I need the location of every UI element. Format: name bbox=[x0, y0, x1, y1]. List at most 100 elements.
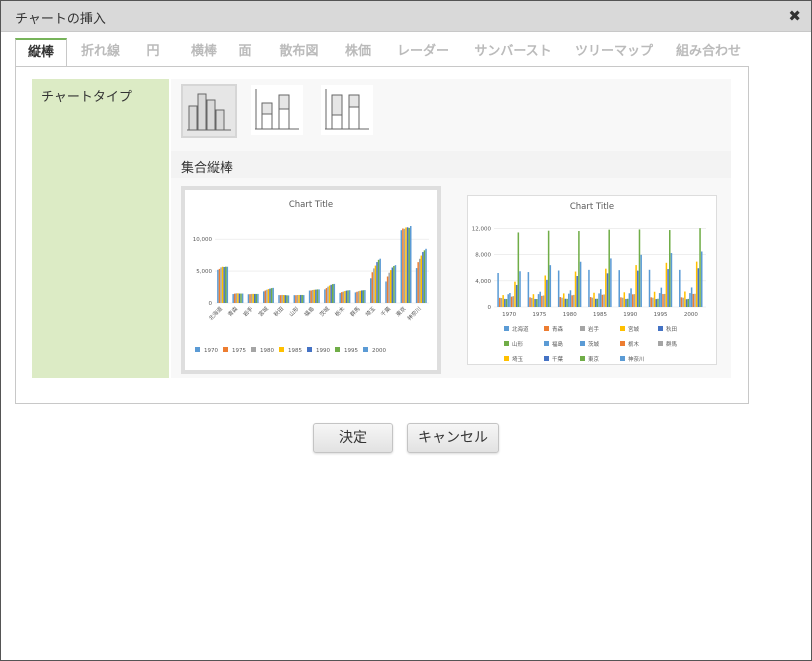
tab-8[interactable]: サンバースト bbox=[474, 38, 552, 66]
bar bbox=[400, 230, 403, 303]
tab-10[interactable]: 組み合わせ bbox=[676, 38, 741, 66]
bar bbox=[600, 289, 602, 307]
y-tick-label: 10,000 bbox=[193, 237, 213, 243]
bar bbox=[690, 287, 693, 307]
cancel-button[interactable]: キャンセル bbox=[407, 423, 499, 453]
bar bbox=[530, 297, 533, 307]
chart-title: Chart Title bbox=[289, 200, 333, 210]
y-tick-label: 8,000 bbox=[475, 253, 491, 259]
legend-label: 1975 bbox=[232, 348, 246, 354]
tab-4[interactable]: 面 bbox=[237, 38, 253, 66]
x-tick-label: 1980 bbox=[563, 312, 577, 318]
bar bbox=[282, 295, 285, 303]
tab-3[interactable]: 横棒 bbox=[185, 38, 223, 66]
close-icon[interactable]: ✖ bbox=[788, 7, 801, 25]
bar bbox=[415, 268, 418, 303]
bar bbox=[361, 290, 363, 303]
bar bbox=[425, 248, 427, 303]
subtype-title: 集合縦棒 bbox=[181, 161, 234, 176]
bar bbox=[601, 294, 604, 307]
bar bbox=[653, 291, 656, 307]
x-tick-label: 東京 bbox=[394, 304, 408, 318]
bar bbox=[598, 293, 600, 307]
x-tick-label: 千葉 bbox=[379, 304, 393, 318]
bar bbox=[655, 299, 658, 307]
bar bbox=[249, 294, 251, 303]
bar bbox=[345, 290, 348, 303]
bar bbox=[670, 253, 673, 307]
legend-swatch bbox=[580, 326, 585, 331]
subtype-icon-row bbox=[171, 79, 731, 148]
bar bbox=[596, 298, 599, 307]
tab-9[interactable]: ツリーマップ bbox=[575, 38, 653, 66]
percent-stacked-column-subtype-button[interactable] bbox=[321, 85, 373, 135]
tab-0[interactable]: 縦棒 bbox=[15, 38, 67, 68]
dialog-titlebar[interactable]: チャートの挿入 ✖ bbox=[1, 1, 811, 32]
legend-label: 東京 bbox=[588, 355, 600, 363]
legend-swatch bbox=[307, 347, 312, 352]
bar bbox=[630, 288, 632, 307]
x-tick-label: 埼玉 bbox=[363, 304, 377, 318]
tab-5[interactable]: 散布図 bbox=[279, 38, 319, 66]
x-tick-label: 北海道 bbox=[207, 304, 225, 322]
bar bbox=[660, 287, 663, 307]
x-tick-label: 1975 bbox=[532, 312, 546, 318]
tab-7[interactable]: レーダー bbox=[397, 38, 449, 66]
bar bbox=[544, 275, 547, 307]
bar bbox=[267, 289, 270, 303]
legend-swatch bbox=[580, 356, 585, 361]
legend-swatch bbox=[658, 326, 663, 331]
bar bbox=[315, 289, 317, 303]
bar bbox=[240, 293, 242, 303]
bar bbox=[502, 295, 504, 307]
chart-type-label-column: チャートタイプ bbox=[32, 79, 169, 378]
bar bbox=[255, 293, 258, 303]
stacked-column-subtype-button[interactable] bbox=[251, 85, 303, 135]
bar bbox=[403, 228, 406, 303]
tab-2[interactable]: 円 bbox=[145, 38, 161, 66]
bar bbox=[669, 230, 671, 307]
legend-swatch bbox=[195, 347, 200, 352]
bar bbox=[509, 293, 511, 307]
bar bbox=[295, 295, 297, 303]
chart-type-label: チャートタイプ bbox=[41, 90, 132, 105]
bar bbox=[339, 292, 341, 303]
clustered-column-subtype-button[interactable] bbox=[181, 84, 237, 138]
preview-by-year[interactable]: Chart Title 0 4,000 8,000 12,000 1970 1975 1980… bbox=[467, 195, 717, 365]
x-tick-label: 栃木 bbox=[333, 304, 347, 318]
legend-label: 埼玉 bbox=[512, 355, 524, 363]
bar bbox=[286, 295, 288, 303]
bar bbox=[262, 291, 265, 303]
preview-by-prefecture[interactable]: Chart Title 0 5,000 10,000 北海道 青森 岩手 宮城 秋田 山形 福島 茨城… bbox=[181, 186, 441, 374]
bar bbox=[650, 297, 652, 307]
bar bbox=[308, 290, 311, 303]
bar bbox=[310, 290, 312, 303]
bar bbox=[594, 298, 597, 307]
tab-1[interactable]: 折れ線 bbox=[81, 38, 120, 66]
bar bbox=[318, 289, 320, 303]
legend-label: 宮城 bbox=[628, 325, 640, 333]
bar bbox=[379, 258, 381, 303]
x-tick-label: 1985 bbox=[593, 312, 607, 318]
y-tick-label: 12,000 bbox=[472, 227, 492, 233]
tab-6[interactable]: 株価 bbox=[343, 38, 373, 66]
bar bbox=[394, 265, 397, 303]
bar bbox=[638, 229, 641, 307]
bar bbox=[418, 258, 421, 303]
legend-label: 群馬 bbox=[666, 340, 678, 348]
bar bbox=[330, 284, 332, 303]
stacked-column-icon bbox=[255, 89, 299, 130]
bar bbox=[313, 289, 316, 303]
bar bbox=[593, 292, 595, 307]
legend-swatch bbox=[223, 347, 228, 352]
bar bbox=[665, 262, 668, 307]
legend-swatch bbox=[580, 341, 585, 346]
bar bbox=[546, 279, 548, 307]
bar bbox=[269, 288, 271, 303]
bar bbox=[278, 295, 280, 303]
bar bbox=[408, 227, 410, 303]
bar bbox=[237, 293, 239, 303]
bar bbox=[301, 294, 303, 303]
ok-button[interactable]: 決定 bbox=[313, 423, 393, 453]
bar bbox=[410, 226, 412, 303]
